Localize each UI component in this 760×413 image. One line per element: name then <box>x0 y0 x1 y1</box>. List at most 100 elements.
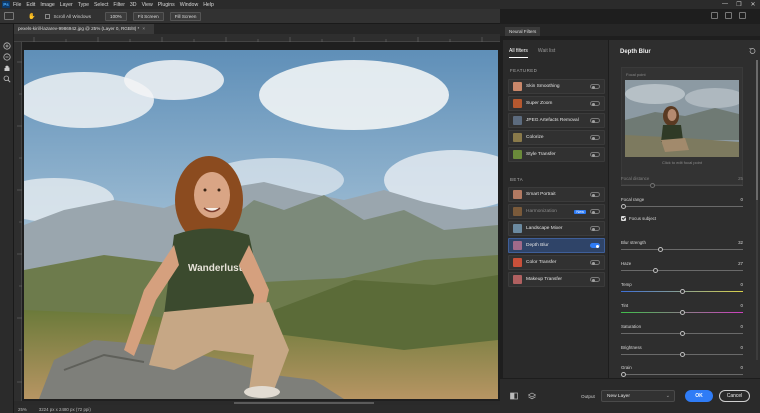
slider-track[interactable] <box>621 206 743 207</box>
fit-screen-button[interactable]: Fit Screen <box>132 11 164 21</box>
zoom-100-button[interactable]: 100% <box>105 11 127 21</box>
grain-slider[interactable]: Grain 0 <box>621 365 743 377</box>
menu-filter[interactable]: Filter <box>113 2 125 8</box>
menu-image[interactable]: Image <box>40 2 54 8</box>
search-icon[interactable] <box>711 12 718 19</box>
slider-track[interactable] <box>621 185 743 186</box>
neural-filters-title: Neural Filters <box>505 27 541 36</box>
slider-knob[interactable] <box>679 351 685 357</box>
slider-knob[interactable] <box>658 246 664 252</box>
fill-screen-button[interactable]: Fill Screen <box>169 11 202 21</box>
filter-label: Super Zoom <box>526 101 553 106</box>
slider-knob[interactable] <box>679 309 685 315</box>
temp-slider[interactable]: Temp 0 <box>621 282 743 294</box>
layers-icon[interactable] <box>528 392 536 400</box>
compare-icon[interactable] <box>510 392 518 400</box>
filter-makeup-transfer[interactable]: Makeup Transfer <box>508 272 605 287</box>
slider-knob[interactable] <box>650 182 656 188</box>
brightness-slider[interactable]: Brightness 0 <box>621 345 743 357</box>
focal-distance-slider[interactable]: Focal distance 25 <box>621 176 743 188</box>
zoom-in-icon[interactable] <box>3 37 11 50</box>
home-icon[interactable] <box>4 12 14 20</box>
close-tab-icon[interactable]: × <box>142 26 145 31</box>
filter-toggle[interactable] <box>590 243 600 248</box>
slider-value: 0 <box>740 345 743 350</box>
filter-depth-blur[interactable]: Depth Blur <box>508 238 605 253</box>
filter-color-transfer[interactable]: Color Transfer <box>508 255 605 270</box>
checkbox-checked-icon[interactable] <box>621 216 626 221</box>
filter-jpeg-artefacts-removal[interactable]: JPEG Artefacts Removal <box>508 113 605 128</box>
menu-help[interactable]: Help <box>203 2 214 8</box>
tab-wait-list[interactable]: Wait list <box>538 48 555 58</box>
saturation-slider[interactable]: Saturation 0 <box>621 324 743 336</box>
blur-strength-slider[interactable]: Blur strength 32 <box>621 240 743 252</box>
smart-portrait-thumbnail <box>513 190 522 199</box>
filter-toggle[interactable] <box>590 277 600 282</box>
slider-knob[interactable] <box>679 330 685 336</box>
output-select[interactable]: New Layer ⌄ <box>601 390 675 402</box>
filter-skin-smoothing[interactable]: Skin Smoothing <box>508 79 605 94</box>
filter-toggle[interactable] <box>590 226 600 231</box>
reset-icon[interactable] <box>749 48 756 54</box>
document-tab[interactable]: pexels-kirill-lazarev-9986942.jpg @ 25% … <box>14 24 154 34</box>
minimize-icon[interactable]: — <box>718 1 732 8</box>
canvas[interactable]: Wanderlust <box>22 42 500 401</box>
tint-slider[interactable]: Tint 0 <box>621 303 743 315</box>
slider-track[interactable] <box>621 374 743 375</box>
horizontal-scroll-thumb[interactable] <box>234 402 374 404</box>
filter-toggle[interactable] <box>590 118 600 123</box>
slider-knob[interactable] <box>652 267 658 273</box>
slider-knob[interactable] <box>621 203 626 209</box>
share-icon[interactable] <box>739 12 746 19</box>
depth-blur-settings: Depth Blur Focal point Click to edit foc… <box>608 40 760 378</box>
hand-tool-icon[interactable]: ✋ <box>28 13 35 20</box>
focal-range-slider[interactable]: Focal range 0 <box>621 197 743 209</box>
filter-toggle[interactable] <box>590 101 600 106</box>
menu-edit[interactable]: Edit <box>26 2 35 8</box>
menu-plugins[interactable]: Plugins <box>158 2 175 8</box>
slider-label: Saturation <box>621 324 642 329</box>
scroll-all-windows-checkbox[interactable] <box>45 13 51 19</box>
zoom-out-icon[interactable] <box>3 48 11 61</box>
slider-track[interactable] <box>621 270 743 271</box>
menu-window[interactable]: Window <box>180 2 198 8</box>
filter-tabs: All filters Wait list <box>503 40 608 58</box>
slider-track[interactable] <box>621 249 743 250</box>
haze-slider[interactable]: Haze 27 <box>621 261 743 273</box>
filter-toggle[interactable] <box>590 84 600 89</box>
focal-point-box[interactable]: Focal point Click to edit focal point <box>621 67 743 185</box>
filter-toggle[interactable] <box>590 209 600 214</box>
filter-style-transfer[interactable]: Style Transfer <box>508 147 605 162</box>
window-controls: — ❐ ✕ <box>718 1 760 8</box>
focus-subject-checkbox[interactable]: Focus subject <box>621 216 656 221</box>
zoom-level[interactable]: 25% <box>18 407 27 412</box>
restore-icon[interactable]: ❐ <box>732 1 746 8</box>
filter-harmonization[interactable]: Harmonization New <box>508 204 605 219</box>
slider-knob[interactable] <box>621 371 626 377</box>
menu-layer[interactable]: Layer <box>60 2 73 8</box>
menu-select[interactable]: Select <box>94 2 108 8</box>
photoshop-logo: Ps <box>2 1 10 8</box>
filter-landscape-mixer[interactable]: Landscape Mixer <box>508 221 605 236</box>
hand-icon[interactable] <box>3 59 11 71</box>
filter-toggle[interactable] <box>590 260 600 265</box>
filter-smart-portrait[interactable]: Smart Portrait <box>508 187 605 202</box>
options-bar: ✋ Scroll All Windows 100% Fit Screen Fil… <box>0 9 746 24</box>
settings-scroll-thumb[interactable] <box>756 60 758 200</box>
ok-button[interactable]: OK <box>685 390 713 402</box>
menu-type[interactable]: Type <box>78 2 89 8</box>
tab-all-filters[interactable]: All filters <box>509 48 528 58</box>
cancel-button[interactable]: Cancel <box>719 390 750 402</box>
workspace-icon[interactable] <box>725 12 732 19</box>
filter-colorize[interactable]: Colorize <box>508 130 605 145</box>
menu-file[interactable]: File <box>13 2 21 8</box>
menu-view[interactable]: View <box>142 2 153 8</box>
magnify-icon[interactable] <box>3 70 11 83</box>
menu-3d[interactable]: 3D <box>130 2 137 8</box>
filter-toggle[interactable] <box>590 152 600 157</box>
close-window-icon[interactable]: ✕ <box>746 1 760 8</box>
slider-knob[interactable] <box>679 288 685 294</box>
filter-super-zoom[interactable]: Super Zoom <box>508 96 605 111</box>
filter-toggle[interactable] <box>590 135 600 140</box>
filter-toggle[interactable] <box>590 192 600 197</box>
